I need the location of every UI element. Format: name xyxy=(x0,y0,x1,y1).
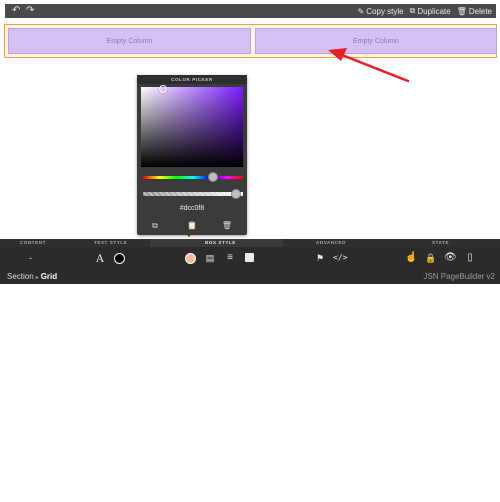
column-placeholder: Empty Column xyxy=(353,37,399,45)
color-picker-title: COLOR PICKER xyxy=(137,75,247,84)
content-value: - xyxy=(29,253,32,263)
grid-column[interactable]: Empty Column xyxy=(255,28,497,54)
tag-icon[interactable]: ⚑ xyxy=(314,251,326,265)
section-content[interactable]: CONTENT xyxy=(20,240,46,245)
eye-icon[interactable]: 👁 xyxy=(444,251,457,265)
copy-color-icon[interactable]: ⧉ xyxy=(149,220,161,232)
saturation-value-thumb[interactable] xyxy=(159,85,167,93)
breadcrumb-separator-icon: ▸ xyxy=(35,275,39,281)
duplicate-label: Duplicate xyxy=(417,6,451,16)
delete-label: Delete xyxy=(468,6,492,16)
hue-slider-track[interactable] xyxy=(143,176,243,179)
breadcrumb: Section ▸ Grid xyxy=(7,272,57,281)
delete-button[interactable]: 🗑 Delete xyxy=(457,7,492,16)
breadcrumb-current: Grid xyxy=(40,272,58,281)
section-state[interactable]: STATE xyxy=(432,240,449,245)
picker-actions: ⧉ 📋 🗑 xyxy=(137,220,247,232)
hover-hand-icon[interactable]: ☝ xyxy=(405,251,417,265)
section-text-style[interactable]: TEXT STYLE xyxy=(94,240,127,245)
section-advanced[interactable]: ADVANCED xyxy=(316,240,346,245)
text-color-swatch[interactable] xyxy=(114,253,125,264)
paste-color-icon[interactable]: 📋 xyxy=(186,220,198,232)
popup-caret xyxy=(185,232,193,237)
property-bar: CONTENT TEXT STYLE BOX STYLE ADVANCED ST… xyxy=(0,239,500,284)
duplicate-icon: ⧉ xyxy=(409,6,416,15)
alpha-slider-thumb[interactable] xyxy=(231,189,241,199)
trash-icon[interactable]: 🗑 xyxy=(221,220,233,232)
code-icon[interactable]: </> xyxy=(333,251,347,265)
top-toolbar: ↶ ↷ ✎ Copy style ⧉ Duplicate 🗑 Delete xyxy=(5,4,496,18)
redo-icon[interactable]: ↷ xyxy=(26,5,34,17)
brand-label: JSN PageBuilder v2 xyxy=(423,272,495,281)
grid-column[interactable]: Empty Column xyxy=(8,28,251,54)
font-icon[interactable]: A xyxy=(94,251,106,265)
copy-style-button[interactable]: ✎ Copy style xyxy=(358,7,404,16)
hue-slider-thumb[interactable] xyxy=(208,172,218,182)
saturation-value-area[interactable] xyxy=(141,87,243,167)
border-icon[interactable]: ▤ xyxy=(204,251,216,265)
section-box-style[interactable]: BOX STYLE xyxy=(205,240,236,245)
breadcrumb-parent[interactable]: Section xyxy=(7,272,34,281)
align-icon[interactable]: ≡ xyxy=(224,251,236,265)
duplicate-button[interactable]: ⧉ Duplicate xyxy=(410,6,451,16)
copy-style-label: Copy style xyxy=(366,6,404,16)
undo-icon[interactable]: ↶ xyxy=(12,5,20,17)
trash-icon: 🗑 xyxy=(456,6,467,16)
grid-row[interactable]: Empty Column Empty Column xyxy=(4,24,497,58)
hex-value: #dcc0f8 xyxy=(179,205,205,212)
toolbar-actions: ✎ Copy style ⧉ Duplicate 🗑 Delete xyxy=(358,4,492,18)
color-picker-popup: COLOR PICKER #dcc0f8 ⧉ 📋 🗑 xyxy=(137,75,247,237)
mobile-icon[interactable]: ▯ xyxy=(464,251,476,265)
shape-icon[interactable] xyxy=(245,253,254,262)
alpha-slider-track[interactable] xyxy=(143,192,243,196)
eyedropper-icon: ✎ xyxy=(357,6,365,16)
lock-icon[interactable]: 🔒 xyxy=(425,251,437,265)
background-color-swatch[interactable] xyxy=(185,253,196,264)
column-placeholder: Empty Column xyxy=(106,37,153,45)
